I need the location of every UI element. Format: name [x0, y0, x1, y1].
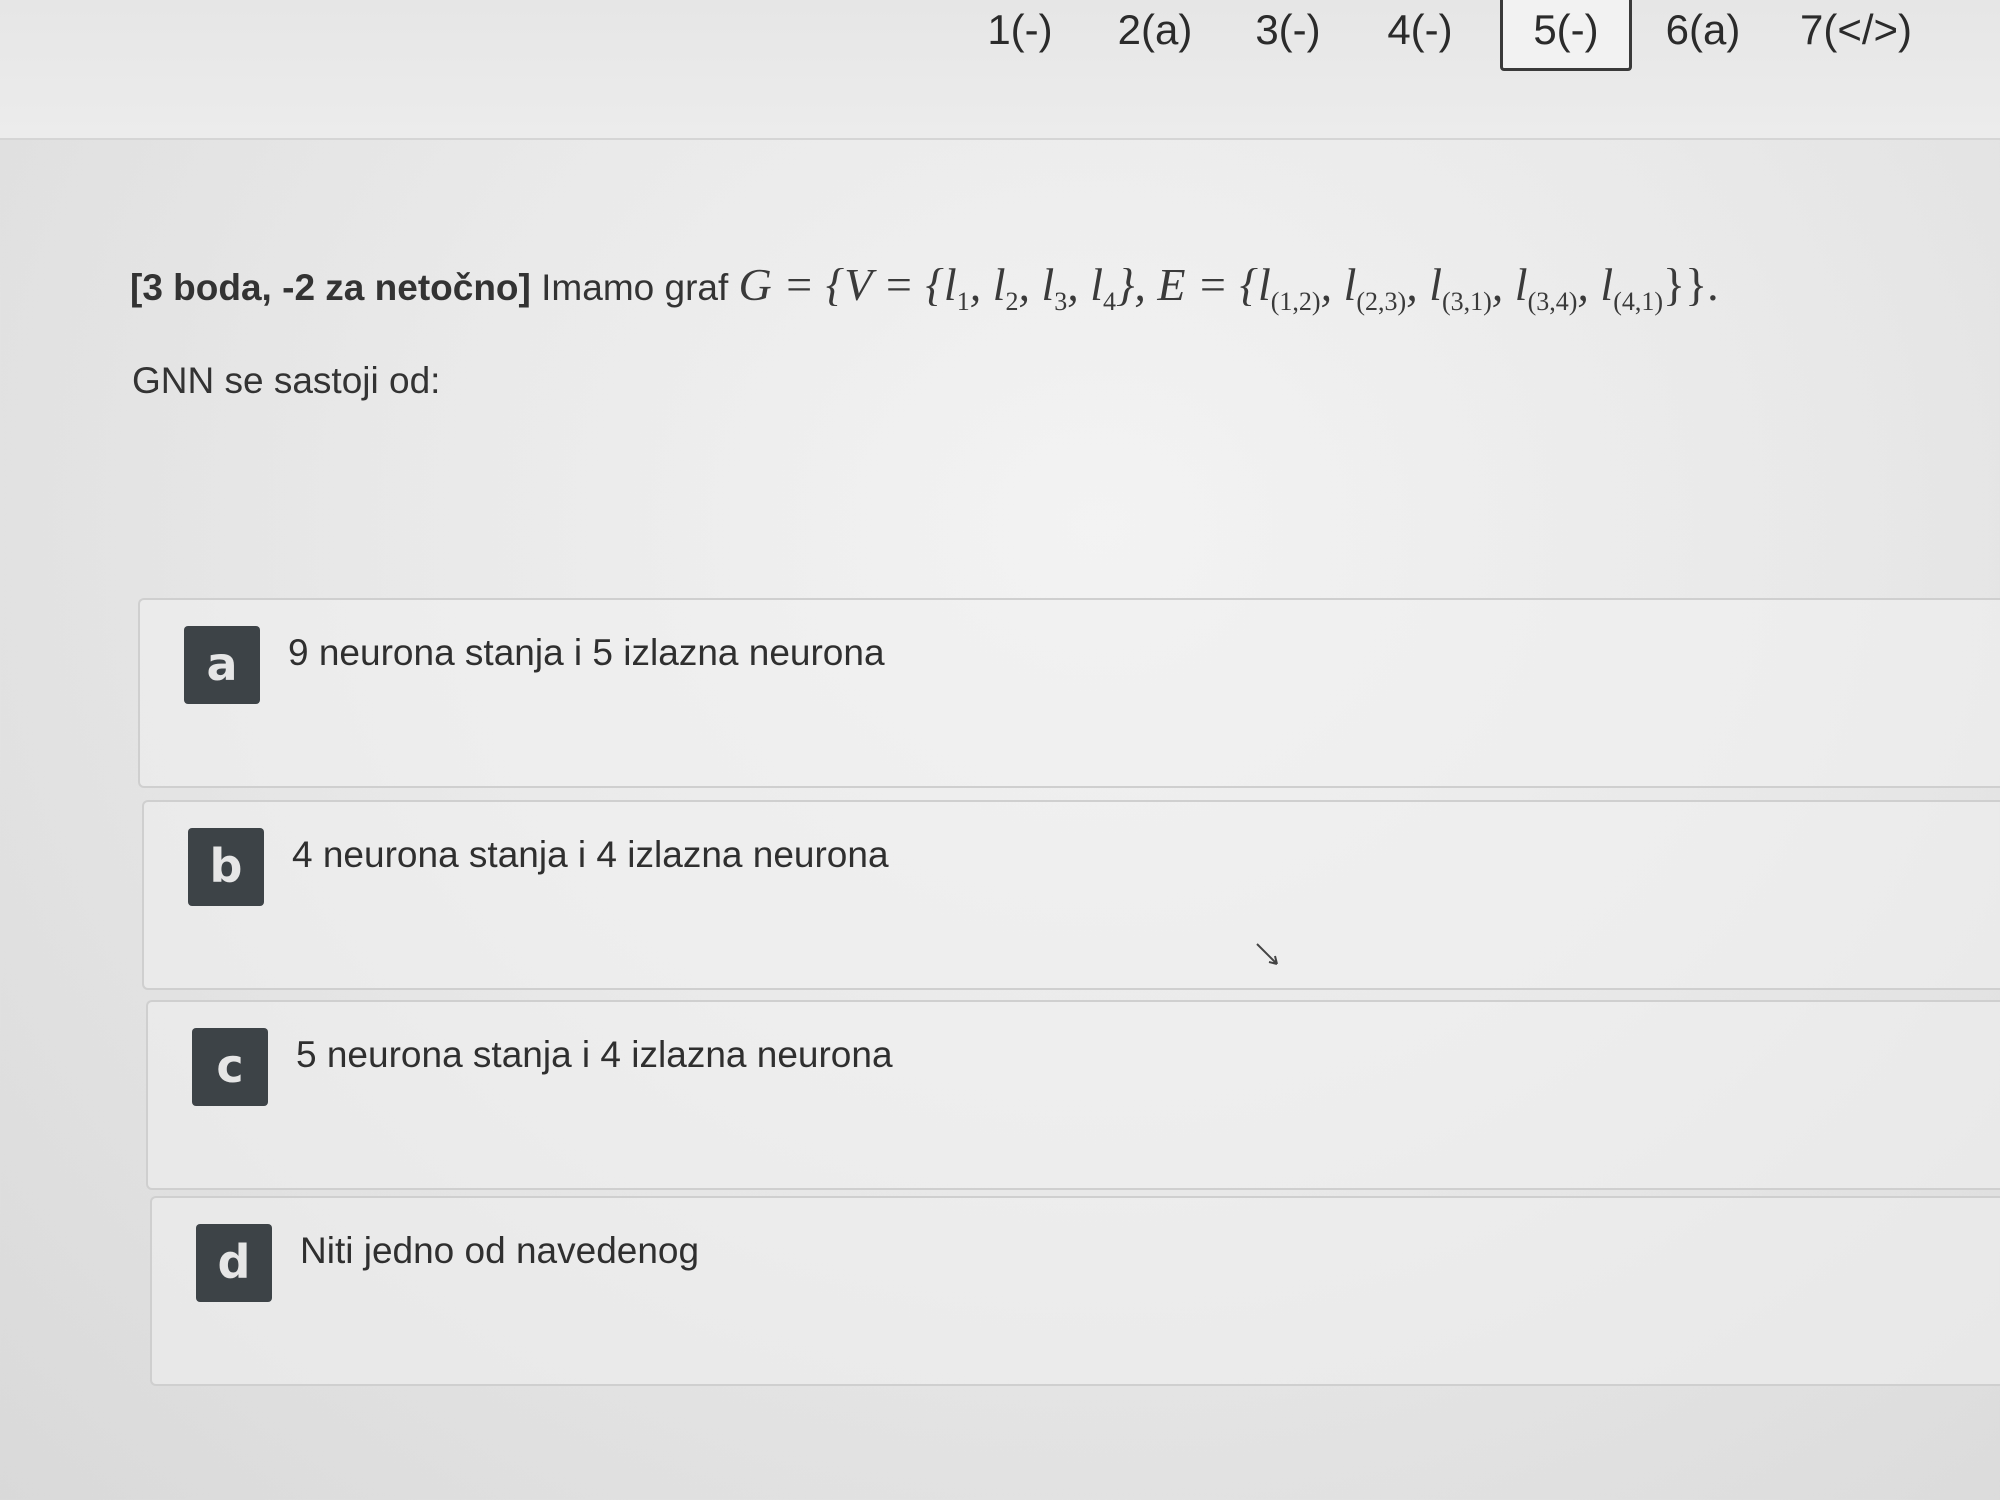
answer-option-a[interactable]: a 9 neurona stanja i 5 izlazna neurona [138, 598, 2000, 788]
answer-option-c[interactable]: c 5 neurona stanja i 4 izlazna neurona [146, 1000, 2000, 1190]
answer-text-a: 9 neurona stanja i 5 izlazna neurona [288, 632, 885, 673]
answer-letter-a: a [184, 626, 260, 704]
answer-option-d[interactable]: d Niti jedno od navedenog [150, 1196, 2000, 1386]
answer-option-b[interactable]: b 4 neurona stanja i 4 izlazna neurona [142, 800, 2000, 990]
question-nav-6[interactable]: 6(a) [1658, 0, 1748, 68]
graph-formula: G = {V = {l1, l2, l3, l4}, E = {l(1,2), … [738, 259, 1719, 317]
question-text: [3 boda, -2 za netočno] Imamo graf G = {… [130, 258, 1930, 317]
question-intro: Imamo graf [541, 267, 729, 308]
question-points: [3 boda, -2 za netočno] [130, 267, 531, 308]
mouse-cursor-icon [1256, 943, 1278, 965]
question-nav-7[interactable]: 7(</>) [1796, 0, 1916, 68]
answer-text-d: Niti jedno od navedenog [300, 1230, 700, 1271]
question-nav-4[interactable]: 4(-) [1380, 0, 1460, 68]
answer-text-c: 5 neurona stanja i 4 izlazna neurona [296, 1034, 893, 1075]
question-navigation-bar: 1(-) 2(a) 3(-) 4(-) 5(-) 6(a) 7(</>) [0, 0, 2000, 140]
question-nav-5-current[interactable]: 5(-) [1500, 0, 1632, 71]
answer-letter-c: c [192, 1028, 268, 1106]
answer-letter-d: d [196, 1224, 272, 1302]
answer-letter-b: b [188, 828, 264, 906]
question-nav-1[interactable]: 1(-) [980, 0, 1060, 68]
question-nav-2[interactable]: 2(a) [1110, 0, 1200, 68]
question-nav-3[interactable]: 3(-) [1248, 0, 1328, 68]
answer-text-b: 4 neurona stanja i 4 izlazna neurona [292, 834, 889, 875]
sub-question: GNN se sastoji od: [132, 360, 441, 401]
